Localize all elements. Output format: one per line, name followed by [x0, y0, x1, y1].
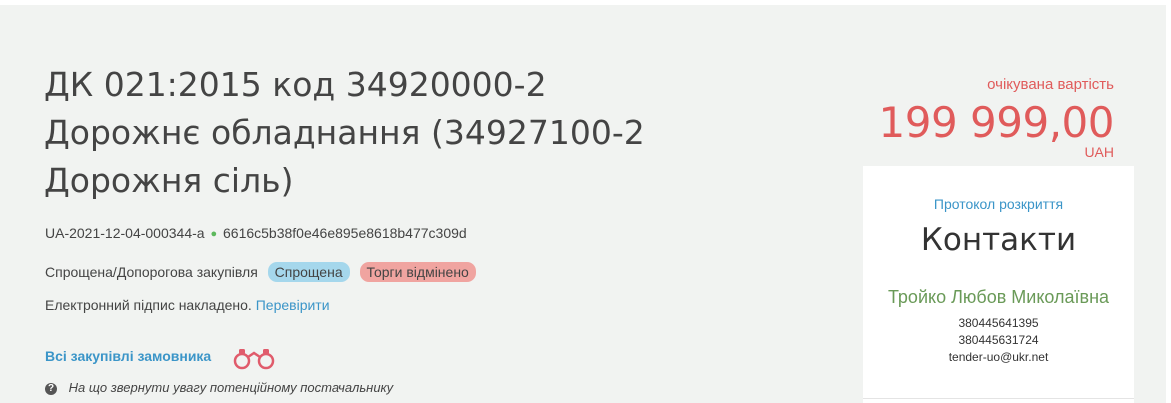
tender-id: UA-2021-12-04-000344-a — [45, 225, 205, 241]
expected-price-value: 199 999,00 — [878, 98, 1115, 147]
binoculars-icon[interactable] — [232, 346, 276, 372]
contact-phone-1: 380445641395 — [958, 316, 1039, 330]
contact-name: Тройко Любов Миколаївна — [887, 287, 1110, 307]
all-purchases-link[interactable]: Всі закупівлі замовника — [45, 348, 211, 364]
status-badge: Торги відмінено — [359, 262, 476, 282]
procedure-badge: Спрощена — [267, 262, 350, 282]
procedure-type: Спрощена/Допорогова закупівля — [45, 264, 258, 280]
signature-line: Електронний підпис накладено. Перевірити — [45, 297, 330, 313]
question-circle-icon: ? — [45, 383, 57, 395]
tender-title: ДК 021:2015 код 34920000-2 Дорожнє облад… — [44, 65, 645, 200]
supplier-hint[interactable]: ? На що звернути увагу потенційному пост… — [45, 380, 393, 396]
contacts-card: Протокол розкриття Контакти Тройко Любов… — [863, 166, 1134, 403]
contacts-divider — [863, 398, 1134, 399]
contacts-title: Контакти — [920, 222, 1077, 258]
hint-text: На що звернути увагу потенційному постач… — [68, 380, 394, 395]
procedure-line: Спрощена/Допорогова закупівля Спрощена Т… — [45, 262, 476, 282]
signature-text: Електронний підпис накладено. — [45, 297, 252, 313]
expected-price-label: очікувана вартість — [987, 76, 1114, 93]
contact-email[interactable]: tender-uo@ukr.net — [863, 350, 1134, 364]
tender-hash: 6616c5b38f0e46e895e8618b477c309d — [223, 225, 467, 241]
status-dot-icon: ● — [210, 228, 218, 240]
contact-phone-2: 380445631724 — [958, 333, 1039, 347]
verify-signature-link[interactable]: Перевірити — [256, 297, 330, 313]
tender-id-line: UA-2021-12-04-000344-a ● 6616c5b38f0e46e… — [45, 225, 467, 241]
opening-protocol-link[interactable]: Протокол розкриття — [863, 196, 1134, 212]
price-currency: UAH — [1084, 144, 1114, 160]
